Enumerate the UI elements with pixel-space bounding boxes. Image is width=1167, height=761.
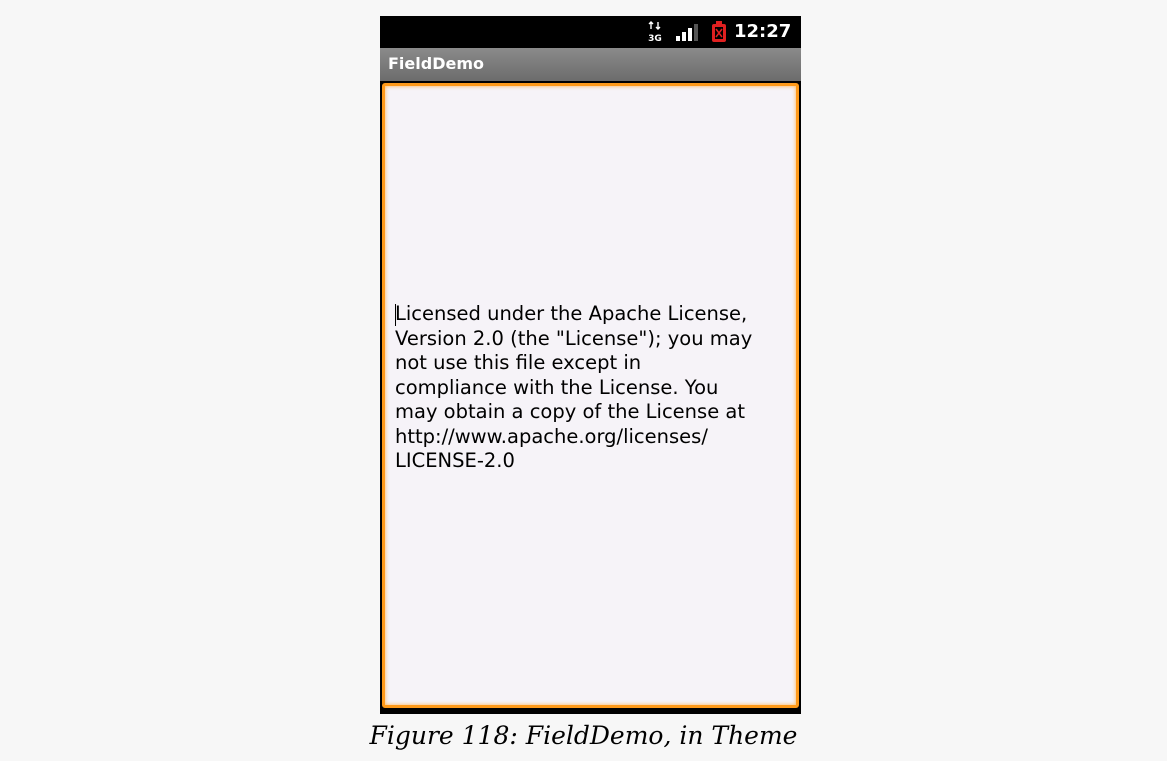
app-title: FieldDemo (388, 54, 484, 73)
signal-strength-icon (676, 24, 698, 41)
battery-low-icon (712, 21, 726, 42)
phone-screen: 3G 12:27 FieldDemo Licensed under the Ap… (380, 16, 801, 714)
text-field[interactable]: Licensed under the Apache License, Versi… (382, 83, 799, 708)
text-field-content[interactable]: Licensed under the Apache License, Versi… (395, 302, 790, 474)
figure-caption: Figure 118: FieldDemo, in Theme (369, 721, 798, 750)
status-bar: 3G 12:27 (380, 16, 801, 48)
app-title-bar: FieldDemo (380, 48, 801, 81)
status-clock: 12:27 (734, 21, 792, 42)
svg-text:3G: 3G (648, 34, 662, 43)
3g-data-icon: 3G (648, 21, 662, 43)
screen-bottom-edge (380, 708, 801, 714)
